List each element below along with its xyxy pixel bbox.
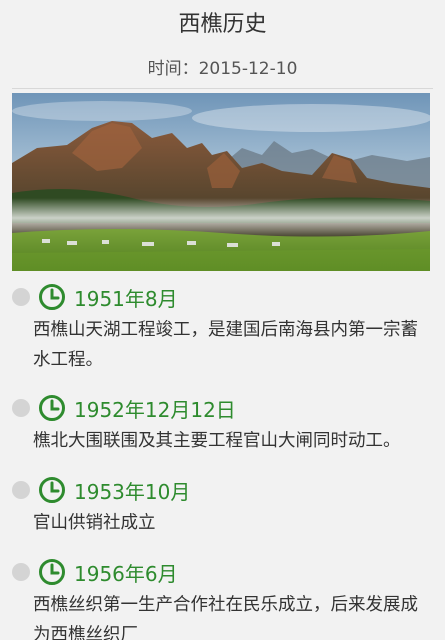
clock-icon (39, 477, 65, 503)
clock-icon (39, 559, 65, 585)
timeline-list: 1951年8月 西樵山天湖工程竣工，是建国后南海县内第一宗蓄水工程。 1952年… (0, 280, 445, 640)
entry-date: 1956年6月 (74, 561, 178, 586)
timeline-dot (12, 481, 30, 499)
timeline-dot (12, 563, 30, 581)
publish-date: 时间：2015-12-10 (0, 55, 445, 83)
entry-text: 西樵丝织第一生产合作社在民乐成立，后来发展成为西樵丝织厂 (33, 595, 418, 640)
timeline-entry: 1951年8月 西樵山天湖工程竣工，是建国后南海县内第一宗蓄水工程。 (0, 280, 445, 375)
timeline-dot (12, 399, 30, 417)
header-divider (12, 88, 433, 89)
entry-header: 1956年6月 (33, 555, 435, 589)
time-value: 2015-12-10 (198, 59, 298, 79)
time-label: 时间： (147, 59, 199, 79)
timeline-entry: 1953年10月 官山供销社成立 (0, 473, 445, 538)
timeline-entry: 1952年12月12日 樵北大围联围及其主要工程官山大闸同时动工。 (0, 391, 445, 456)
entry-text: 樵北大围联围及其主要工程官山大闸同时动工。 (33, 431, 401, 451)
page: 西樵历史 时间：2015-12-10 1951年8月 西樵山天湖工程竣工，是建国… (0, 0, 445, 640)
entry-header: 1953年10月 (33, 473, 435, 507)
entry-date: 1953年10月 (74, 479, 191, 504)
page-title: 西樵历史 (178, 12, 267, 37)
timeline-dot (12, 288, 30, 306)
entry-date: 1951年8月 (74, 286, 178, 311)
clock-icon (39, 395, 65, 421)
entry-header: 1951年8月 (33, 280, 435, 314)
timeline-entry: 1956年6月 西樵丝织第一生产合作社在民乐成立，后来发展成为西樵丝织厂 (0, 555, 445, 640)
entry-text: 官山供销社成立 (33, 513, 156, 533)
entry-text: 西樵山天湖工程竣工，是建国后南海县内第一宗蓄水工程。 (33, 320, 418, 370)
hero-landscape-image (12, 93, 430, 271)
entry-date: 1952年12月12日 (74, 397, 236, 422)
entry-header: 1952年12月12日 (33, 391, 435, 425)
clock-icon (39, 284, 65, 310)
